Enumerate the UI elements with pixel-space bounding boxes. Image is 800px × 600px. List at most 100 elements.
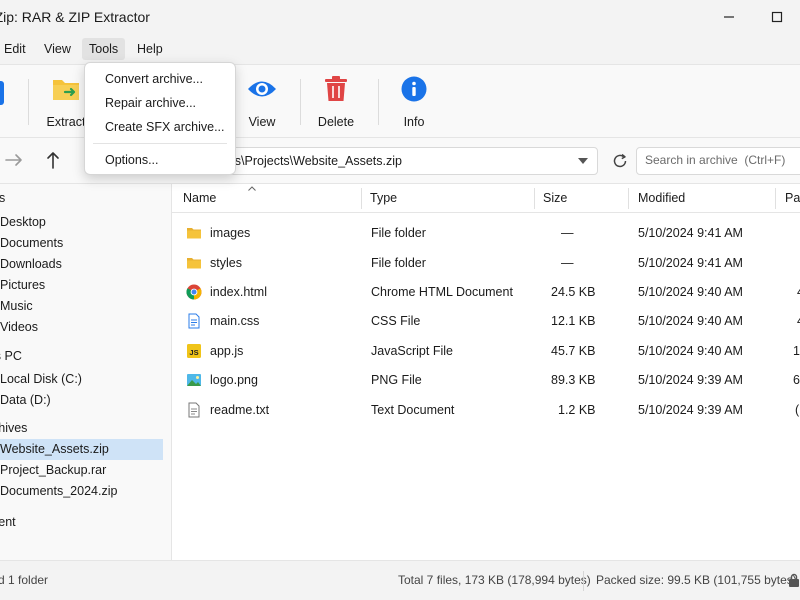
- toolbar-separator: [378, 79, 379, 125]
- delete-label: Delete: [317, 115, 355, 129]
- forward-button[interactable]: [0, 146, 28, 174]
- file-size: —: [561, 226, 574, 240]
- column-type[interactable]: Type: [370, 184, 397, 213]
- up-button[interactable]: [39, 146, 67, 174]
- file-modified: 5/10/2024 9:39 AM: [638, 373, 743, 387]
- minimize-icon: [724, 16, 734, 18]
- refresh-button[interactable]: [606, 147, 634, 175]
- title-bar: eeZip: RAR & ZIP Extractor: [0, 0, 800, 34]
- minimize-button[interactable]: [706, 0, 752, 34]
- delete-button[interactable]: Delete: [306, 73, 366, 131]
- info-label: Info: [403, 115, 425, 129]
- search-box[interactable]: [636, 147, 800, 175]
- file-size: 12.1 KB: [551, 314, 596, 328]
- file-name: styles: [210, 256, 242, 270]
- extract-label: Extract: [46, 115, 86, 129]
- info-button[interactable]: Info: [384, 73, 444, 131]
- css-file-icon: [188, 313, 200, 329]
- file-packed: (: [795, 403, 800, 417]
- status-separator: [583, 571, 584, 591]
- sidebar-item-website-assets[interactable]: Website_Assets.zip: [0, 439, 163, 460]
- extract-folder-icon: [50, 73, 82, 105]
- status-total: Total 7 files, 173 KB (178,994 bytes): [398, 573, 591, 587]
- trash-icon: [320, 73, 352, 105]
- refresh-icon: [613, 153, 627, 168]
- maximize-icon: [771, 11, 783, 23]
- file-type: Text Document: [371, 403, 455, 417]
- js-file-icon: JS: [187, 344, 201, 358]
- menu-view[interactable]: View: [37, 38, 78, 60]
- add-icon[interactable]: [0, 81, 4, 105]
- table-row[interactable]: logo.png PNG File 89.3 KB 5/10/2024 9:39…: [172, 366, 800, 395]
- sort-ascending-icon: [248, 186, 256, 191]
- file-packed: 6: [793, 373, 800, 387]
- file-modified: 5/10/2024 9:40 AM: [638, 344, 743, 358]
- file-modified: 5/10/2024 9:41 AM: [638, 226, 743, 240]
- file-name: index.html: [210, 285, 267, 299]
- tools-dropdown-menu: Convert archive... Repair archive... Cre…: [84, 62, 236, 175]
- window-title: eeZip: RAR & ZIP Extractor: [0, 9, 150, 25]
- column-packed[interactable]: Pac: [785, 184, 800, 213]
- chrome-icon: [186, 284, 202, 300]
- file-type: File folder: [371, 226, 426, 240]
- maximize-button[interactable]: [754, 0, 800, 34]
- toolbar-separator: [28, 79, 29, 125]
- table-row[interactable]: styles File folder — 5/10/2024 9:41 AM: [172, 249, 800, 278]
- path-text: ments\Projects\Website_Assets.zip: [207, 154, 402, 168]
- status-packed: Packed size: 99.5 KB (101,755 bytes): [596, 573, 797, 587]
- eye-icon: [246, 73, 278, 105]
- menu-item-create-sfx-archive[interactable]: Create SFX archive...: [86, 115, 234, 139]
- menu-item-convert-archive[interactable]: Convert archive...: [86, 67, 234, 91]
- table-row[interactable]: readme.txt Text Document 1.2 KB 5/10/202…: [172, 396, 800, 425]
- column-name[interactable]: Name: [183, 184, 216, 213]
- table-row[interactable]: main.css CSS File 12.1 KB 5/10/2024 9:40…: [172, 307, 800, 336]
- column-separator[interactable]: [628, 188, 629, 209]
- view-label: View: [248, 115, 276, 129]
- file-size: 24.5 KB: [551, 285, 596, 299]
- file-name: readme.txt: [210, 403, 270, 417]
- menu-edit[interactable]: Edit: [0, 38, 33, 60]
- svg-text:JS: JS: [189, 348, 198, 357]
- file-modified: 5/10/2024 9:40 AM: [638, 285, 743, 299]
- column-size[interactable]: Size: [543, 184, 567, 213]
- toolbar-separator: [300, 79, 301, 125]
- folder-icon: [187, 228, 201, 239]
- file-type: Chrome HTML Document: [371, 285, 513, 299]
- column-separator[interactable]: [361, 188, 362, 209]
- file-size: 45.7 KB: [551, 344, 596, 358]
- menu-bar: Edit View Tools Help: [0, 34, 800, 64]
- file-size: 1.2 KB: [558, 403, 596, 417]
- file-modified: 5/10/2024 9:40 AM: [638, 314, 743, 328]
- column-separator[interactable]: [534, 188, 535, 209]
- table-row[interactable]: images File folder — 5/10/2024 9:41 AM: [172, 219, 800, 248]
- menu-tools[interactable]: Tools: [82, 38, 126, 60]
- view-button[interactable]: View: [232, 73, 292, 131]
- info-icon: [398, 73, 430, 105]
- menu-help[interactable]: Help: [130, 38, 170, 60]
- text-file-icon: [188, 402, 200, 418]
- image-file-icon: [187, 374, 201, 386]
- menu-item-repair-archive[interactable]: Repair archive...: [86, 91, 234, 115]
- status-bar: d 1 folder Total 7 files, 173 KB (178,99…: [0, 560, 800, 600]
- file-list: Name Type Size Modified Pac images File …: [172, 184, 800, 560]
- file-type: CSS File: [371, 314, 421, 328]
- menu-separator: [93, 143, 227, 144]
- file-size: 89.3 KB: [551, 373, 596, 387]
- file-type: File folder: [371, 256, 426, 270]
- column-header: Name Type Size Modified Pac: [172, 184, 800, 213]
- search-input[interactable]: [645, 153, 795, 167]
- file-name: app.js: [210, 344, 244, 358]
- file-type: PNG File: [371, 373, 422, 387]
- file-size: —: [561, 256, 574, 270]
- menu-item-options[interactable]: Options...: [86, 148, 234, 172]
- folder-icon: [187, 258, 201, 269]
- sidebar: es Desktop Documents Downloads Pictures …: [0, 184, 172, 560]
- column-modified[interactable]: Modified: [638, 184, 685, 213]
- file-type: JavaScript File: [371, 344, 453, 358]
- chevron-down-icon[interactable]: [575, 152, 591, 170]
- column-separator[interactable]: [775, 188, 776, 209]
- table-row[interactable]: index.html Chrome HTML Document 24.5 KB …: [172, 278, 800, 307]
- table-row[interactable]: JS app.js JavaScript File 45.7 KB 5/10/2…: [172, 337, 800, 366]
- arrow-right-icon: [5, 154, 22, 166]
- file-packed: 1: [793, 344, 800, 358]
